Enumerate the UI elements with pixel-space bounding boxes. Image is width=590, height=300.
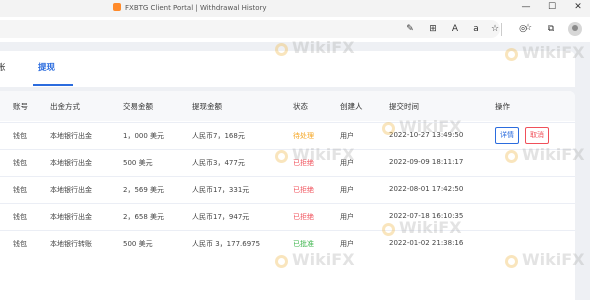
maximize-icon[interactable]: ☐	[545, 2, 559, 12]
detail-button[interactable]: 详情	[495, 127, 519, 144]
cancel-button[interactable]: 取消	[525, 127, 549, 144]
column-header: 状态	[293, 102, 308, 111]
watermark: WikiFX	[275, 250, 355, 269]
column-header: 操作	[495, 102, 510, 111]
toolbar-separator	[501, 23, 502, 36]
creator-cell: 用户	[340, 240, 354, 248]
amount-cell: 1，000 美元	[123, 132, 165, 140]
creator-cell: 用户	[340, 186, 354, 194]
collections-icon[interactable]: ⧉	[544, 23, 558, 35]
watermark-logo-icon	[505, 48, 518, 61]
window-title-text: FXBTG Client Portal | Withdrawal History	[125, 4, 267, 12]
status-badge: 待处理	[293, 132, 314, 140]
column-header: 账号	[13, 102, 28, 111]
table-header: 账号 出金方式 交易金额 提现金额 状态 创建人 提交时间 操作	[0, 91, 575, 121]
table-row: 钱包 本地银行出金 2，658 美元 人民币17，947元 已拒绝 用户 202…	[0, 203, 575, 231]
window-title: FXBTG Client Portal | Withdrawal History	[113, 3, 267, 12]
favorites-icon[interactable]: ☆	[521, 22, 535, 34]
watermark-logo-icon	[275, 255, 288, 268]
amount-cell: 2，569 美元	[123, 186, 165, 194]
method-cell: 本地银行出金	[50, 186, 92, 194]
watermark-logo-icon	[505, 150, 518, 163]
minimize-icon[interactable]: —	[519, 2, 533, 12]
withdraw-amount-cell: 人民币17，947元	[192, 213, 250, 221]
account-cell: 钱包	[13, 132, 27, 140]
withdraw-amount-cell: 人民币 3，177.6975	[192, 240, 261, 248]
watermark: WikiFX	[275, 38, 355, 57]
column-header: 提现金额	[192, 102, 222, 111]
watermark-logo-icon	[505, 255, 518, 268]
grid-icon[interactable]: ⊞	[426, 23, 440, 35]
watermark: WikiFX	[505, 43, 585, 62]
status-badge: 已批准	[293, 240, 314, 248]
amount-cell: 500 美元	[123, 159, 153, 167]
creator-cell: 用户	[340, 213, 354, 221]
tab-withdrawal[interactable]: 提现	[38, 61, 55, 73]
active-tab-indicator	[33, 84, 73, 86]
withdraw-amount-cell: 人民币17，331元	[192, 186, 250, 194]
tab-account[interactable]: 账	[0, 61, 6, 73]
account-cell: 钱包	[13, 240, 27, 248]
favorite-add-icon[interactable]: ☆	[488, 23, 502, 35]
watermark: WikiFX	[505, 145, 585, 164]
address-bar[interactable]	[0, 20, 500, 38]
method-cell: 本地银行出金	[50, 132, 92, 140]
title-bar: FXBTG Client Portal | Withdrawal History…	[0, 0, 590, 17]
watermark: WikiFX	[382, 117, 462, 136]
account-cell: 钱包	[13, 213, 27, 221]
draw-icon[interactable]: ✎	[403, 23, 417, 35]
watermark-logo-icon	[275, 43, 288, 56]
withdraw-amount-cell: 人民币3，477元	[192, 159, 245, 167]
creator-cell: 用户	[340, 132, 354, 140]
watermark: WikiFX	[382, 218, 462, 237]
submit-time-cell: 2022-01-02 21:38:16	[389, 239, 464, 247]
watermark-logo-icon	[382, 122, 395, 135]
amount-cell: 500 美元	[123, 240, 153, 248]
account-cell: 钱包	[13, 159, 27, 167]
account-cell: 钱包	[13, 186, 27, 194]
amount-cell: 2，658 美元	[123, 213, 165, 221]
submit-time-cell: 2022-08-01 17:42:50	[389, 185, 464, 193]
watermark-logo-icon	[275, 150, 288, 163]
status-badge: 已拒绝	[293, 186, 314, 194]
watermark-logo-icon	[382, 223, 395, 236]
close-icon[interactable]: ✕	[571, 2, 585, 12]
method-cell: 本地银行出金	[50, 159, 92, 167]
submit-time-cell: 2022-09-09 18:11:17	[389, 158, 464, 166]
column-header: 提交时间	[389, 102, 419, 111]
column-header: 创建人	[340, 102, 363, 111]
translate-icon[interactable]: a	[469, 23, 483, 35]
status-badge: 已拒绝	[293, 213, 314, 221]
watermark: WikiFX	[505, 250, 585, 269]
profile-avatar[interactable]	[568, 22, 582, 36]
read-aloud-icon[interactable]: A	[448, 23, 462, 35]
watermark: WikiFX	[275, 145, 355, 164]
site-favicon-icon	[113, 3, 121, 11]
column-header: 交易金额	[123, 102, 153, 111]
method-cell: 本地银行出金	[50, 213, 92, 221]
column-header: 出金方式	[50, 102, 80, 111]
table-row: 钱包 本地银行出金 2，569 美元 人民币17，331元 已拒绝 用户 202…	[0, 176, 575, 204]
method-cell: 本地银行转账	[50, 240, 92, 248]
withdraw-amount-cell: 人民币7，168元	[192, 132, 245, 140]
